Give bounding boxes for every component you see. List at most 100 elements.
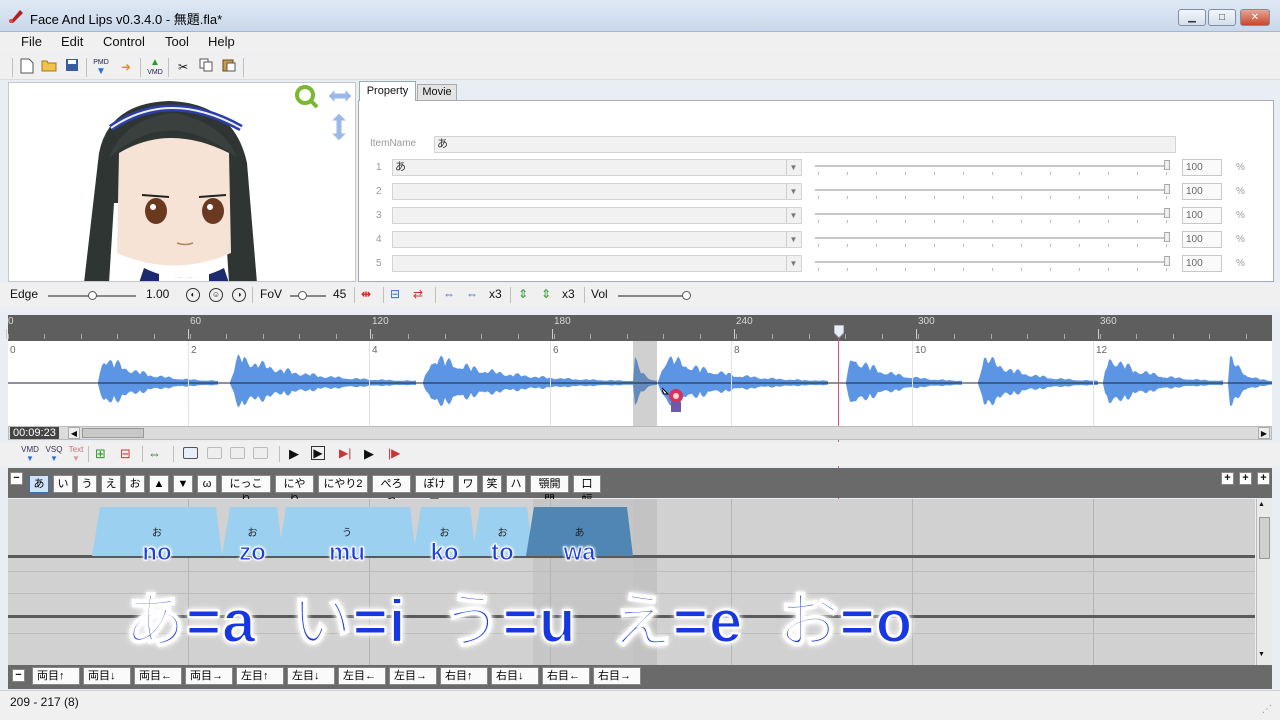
chevron-down-icon[interactable]: ▼ [786,256,800,271]
fov-slider-knob[interactable] [298,291,307,300]
eye-button[interactable]: 左目← [338,667,386,685]
import-pmd-icon[interactable]: PMD ▼ [91,58,111,77]
vmd-import-icon[interactable]: VMD ▼ [20,445,40,463]
menu-file[interactable]: File [21,34,42,49]
eye-button[interactable]: 右目← [542,667,590,685]
morph-slider-knob[interactable] [1164,208,1170,218]
scroll-thumb[interactable] [82,428,144,438]
scroll-up-icon[interactable]: ▲ [1258,501,1265,508]
vsq-import-icon[interactable]: VSQ ▼ [44,445,64,463]
export-vmd-icon[interactable]: ▲ VMD [145,58,165,77]
vscroll-thumb[interactable] [1259,517,1270,559]
scroll-right-icon[interactable]: ▶ [1258,427,1270,439]
phoneme-button[interactable]: う [77,475,97,493]
eye-button[interactable]: 右目↑ [440,667,488,685]
phoneme-button[interactable]: え [101,475,121,493]
phoneme-button[interactable]: ハ [506,475,526,493]
move-vertical-icon[interactable] [329,112,349,142]
comment-next-icon[interactable] [230,447,245,459]
menu-tool[interactable]: Tool [165,34,189,49]
phoneme-button[interactable]: ぺろっ [372,475,411,506]
playhead-handle[interactable] [833,324,845,339]
phoneme-button[interactable]: い [53,475,73,493]
amount-spinner[interactable]: 100 [1182,231,1222,248]
comment-delete-icon[interactable] [253,447,268,459]
morph-select[interactable] [392,183,802,200]
phoneme-button[interactable]: お [125,475,145,493]
eye-button[interactable]: 右目↓ [491,667,539,685]
cut-icon[interactable]: ✂ [173,58,193,77]
phoneme-button[interactable]: ぽけー [415,475,454,506]
play-selection-icon[interactable]: ▶ [364,446,374,462]
comment-icon[interactable] [183,447,198,459]
scroll-left-icon[interactable]: ◀ [68,427,80,439]
morph-slider-track[interactable] [815,165,1169,167]
phoneme-button[interactable]: 口幅 [573,475,601,506]
add-item-icon[interactable]: ⊞ [95,446,106,462]
phoneme-button[interactable]: ▼ [173,475,193,493]
tab-property[interactable]: Property [359,81,416,101]
split-icon[interactable]: ⇹ [361,287,371,301]
collapse-phoneme-icon[interactable]: − [10,472,23,485]
rotate-left-icon[interactable]: ◐ [186,288,200,302]
amount-spinner[interactable]: 100 [1182,159,1222,176]
eye-button[interactable]: 両目← [134,667,182,685]
scroll-down-icon[interactable]: ▼ [1258,651,1265,658]
expand-v-icon[interactable]: ⇕ [518,287,528,301]
phoneme-button[interactable]: にやり [275,475,314,506]
add-lane-icon[interactable]: + [1221,472,1234,485]
comment-prev-icon[interactable] [207,447,222,459]
menu-edit[interactable]: Edit [61,34,83,49]
morph-slider-knob[interactable] [1164,160,1170,170]
eye-button[interactable]: 両目↓ [83,667,131,685]
phoneme-button[interactable]: 笑 [482,475,502,493]
edge-slider-knob[interactable] [88,291,97,300]
tab-movie[interactable]: Movie [417,84,457,101]
morph-select[interactable] [392,255,802,272]
vertical-scrollbar[interactable]: ▲ ▼ [1256,499,1272,665]
grid-icon[interactable]: ⊟ [390,287,400,301]
morph-select[interactable]: あ [392,159,802,176]
item-name-field[interactable]: あ [434,136,1176,153]
morph-slider-track[interactable] [815,237,1169,239]
amount-spinner[interactable]: 100 [1182,207,1222,224]
collapse-eye-icon[interactable]: − [12,669,25,682]
eye-button[interactable]: 左目↓ [287,667,335,685]
horizontal-scrollbar[interactable] [8,426,1272,440]
morph-slider-track[interactable] [815,213,1169,215]
maximize-button[interactable]: □ [1208,9,1236,26]
play-to-end-icon[interactable]: |▶ [388,446,400,460]
eye-button[interactable]: 右目→ [593,667,641,685]
new-file-icon[interactable] [17,58,37,77]
zoom-icon[interactable] [295,85,319,109]
text-import-icon[interactable]: Text ▼ [66,445,86,463]
paste-icon[interactable] [219,58,239,77]
open-folder-icon[interactable] [39,58,59,77]
resize-grip-icon[interactable]: ⋰ [1262,704,1272,715]
chevron-down-icon[interactable]: ▼ [786,184,800,199]
morph-slider-track[interactable] [815,189,1169,191]
morph-slider-knob[interactable] [1164,184,1170,194]
add-lane-icon[interactable]: + [1257,472,1270,485]
play-icon[interactable]: ▶ [289,446,299,462]
expand-h-icon[interactable]: ⇔ [443,287,455,301]
play-from-start-icon[interactable]: ▶| [339,446,351,460]
phoneme-button[interactable]: 顎開閉 [530,475,569,506]
phoneme-button[interactable]: あ [29,475,49,493]
shrink-v-icon[interactable]: ⇕ [541,287,551,301]
eye-button[interactable]: 両目→ [185,667,233,685]
add-lane-icon[interactable]: + [1239,472,1252,485]
morph-select[interactable] [392,207,802,224]
morph-slider-track[interactable] [815,261,1169,263]
eye-button[interactable]: 両目↑ [32,667,80,685]
volume-slider-track[interactable] [618,295,688,297]
menu-control[interactable]: Control [103,34,145,49]
amount-spinner[interactable]: 100 [1182,183,1222,200]
waveform-view[interactable] [8,341,1272,426]
amount-spinner[interactable]: 100 [1182,255,1222,272]
morph-select[interactable] [392,231,802,248]
play-loop-icon[interactable]: ▶ [311,446,325,460]
morph-slider-knob[interactable] [1164,232,1170,242]
phoneme-button[interactable]: ワ [458,475,478,493]
menu-help[interactable]: Help [208,34,235,49]
